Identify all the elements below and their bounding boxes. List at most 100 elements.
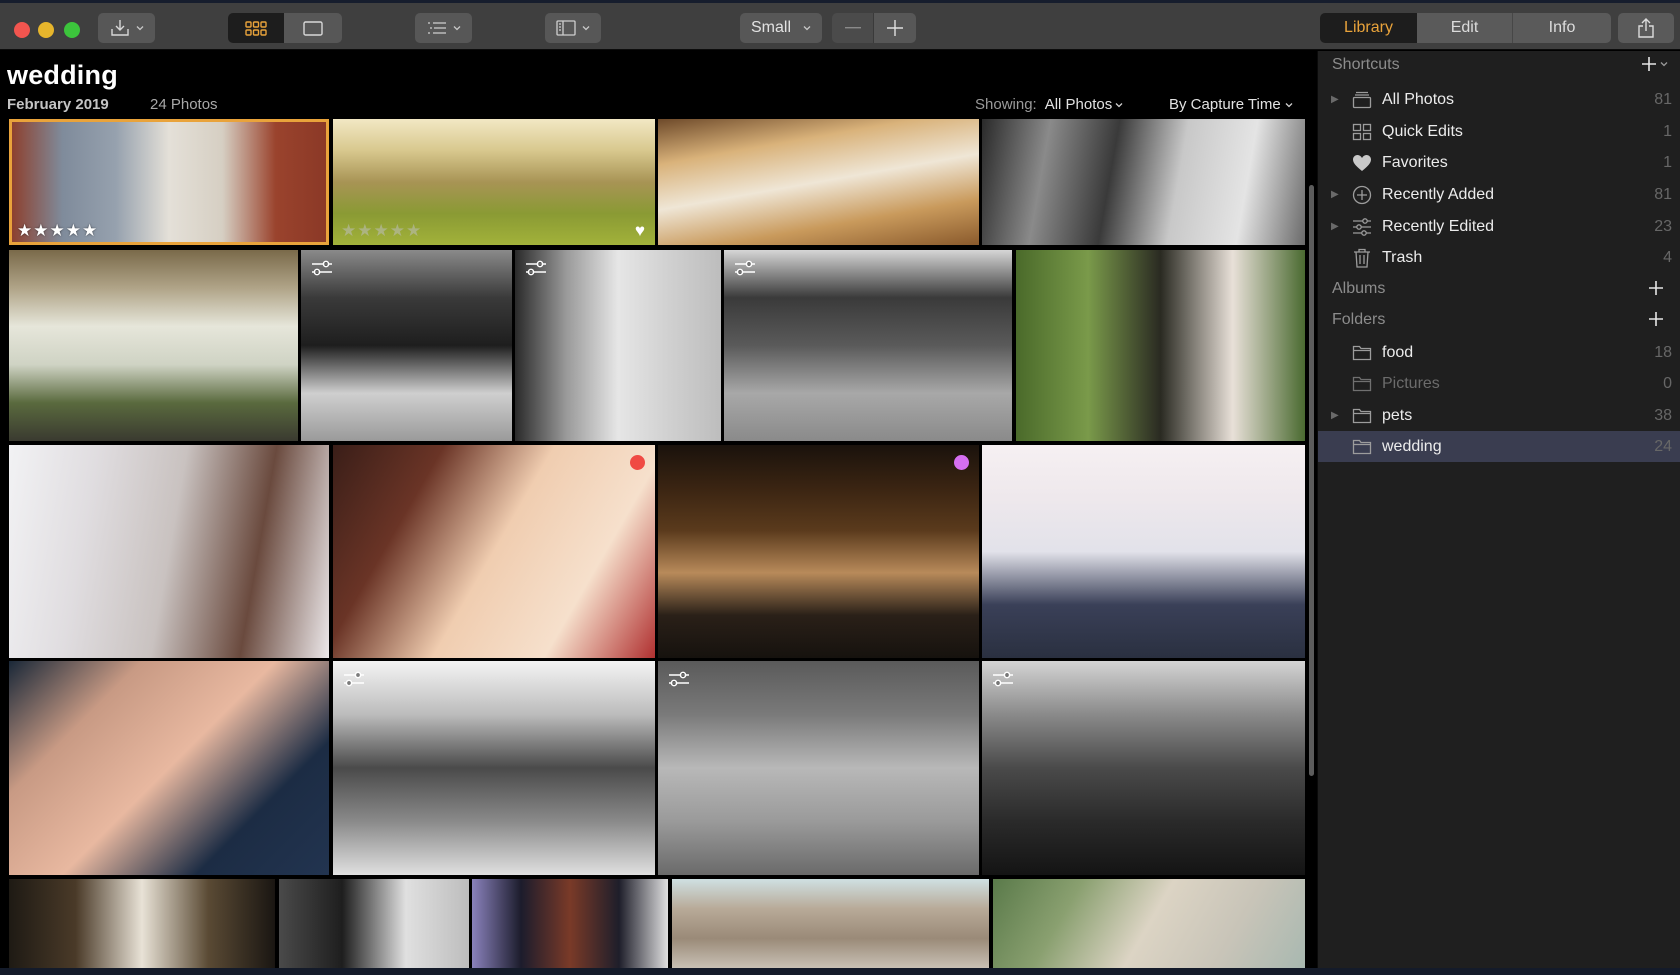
view-mode-switcher — [228, 13, 342, 43]
add-shortcut-button[interactable] — [1638, 53, 1660, 75]
import-icon — [110, 20, 129, 36]
single-view-button[interactable] — [284, 13, 342, 43]
edited-sliders-icon — [734, 260, 756, 278]
sidebar-item-count: 0 — [1663, 374, 1672, 392]
import-button[interactable] — [98, 13, 155, 43]
photo-thumbnail[interactable] — [301, 250, 512, 441]
photo-thumbnail[interactable] — [982, 445, 1305, 658]
photo-thumbnail[interactable] — [333, 661, 655, 875]
folder-icon — [1351, 343, 1373, 363]
photo-thumbnail[interactable]: ★★★★★ ♥ — [333, 119, 655, 245]
sidebar-folder-food[interactable]: food 18 — [1318, 337, 1680, 368]
edited-sliders-icon — [525, 260, 547, 278]
star-icon[interactable]: ★ — [33, 221, 49, 240]
photo-thumbnail[interactable] — [982, 119, 1305, 245]
chevron-down-icon — [582, 26, 590, 31]
sort-menu-button[interactable] — [415, 13, 472, 43]
disclosure-triangle-icon[interactable]: ▶ — [1331, 221, 1341, 232]
sidebar-item-favorites[interactable]: Favorites 1 — [1318, 147, 1680, 178]
sidebar-item-all-photos[interactable]: ▶ All Photos 81 — [1318, 84, 1680, 115]
sidebar-item-recently-added[interactable]: ▶ Recently Added 81 — [1318, 179, 1680, 210]
star-icon[interactable]: ★ — [17, 221, 33, 240]
add-album-button[interactable] — [1645, 277, 1667, 299]
tab-info-label: Info — [1548, 19, 1576, 36]
photo-thumbnail[interactable] — [515, 250, 721, 441]
star-icon[interactable]: ★ — [82, 221, 98, 240]
photo-thumbnail[interactable] — [472, 879, 668, 968]
sidebar-item-count: 4 — [1663, 248, 1672, 266]
chevron-down-icon — [453, 26, 460, 31]
sidebar-item-label: Pictures — [1382, 374, 1440, 392]
folders-heading: Folders — [1332, 311, 1386, 328]
sidebar-item-count: 81 — [1654, 185, 1672, 203]
star-icon[interactable]: ★ — [50, 221, 66, 240]
photo-thumbnail[interactable] — [9, 661, 329, 875]
sort-dropdown[interactable]: By Capture Time — [1169, 96, 1293, 113]
minimize-window-button[interactable] — [38, 22, 54, 38]
page-title: wedding — [7, 60, 118, 90]
photo-thumbnail[interactable] — [1016, 250, 1305, 441]
star-icon[interactable]: ★ — [406, 221, 422, 240]
star-icon[interactable]: ★ — [66, 221, 82, 240]
thumbnail-size-select[interactable]: Small — [740, 13, 822, 43]
sidebar-folder-wedding[interactable]: wedding 24 — [1318, 431, 1680, 462]
sidebar-folder-pets[interactable]: ▶ pets 38 — [1318, 400, 1680, 431]
tab-edit[interactable]: Edit — [1417, 13, 1513, 43]
photo-thumbnail[interactable] — [333, 445, 655, 658]
zoom-out-button[interactable] — [832, 13, 874, 43]
folder-icon — [1351, 374, 1373, 394]
photo-thumbnail[interactable] — [724, 250, 1012, 441]
grid-view-button[interactable] — [228, 13, 284, 43]
sidebar-item-label: Trash — [1382, 248, 1423, 266]
photo-thumbnail[interactable] — [9, 250, 298, 441]
zoom-in-button[interactable] — [874, 13, 916, 43]
close-window-button[interactable] — [14, 22, 30, 38]
sidebar-item-quick-edits[interactable]: Quick Edits 1 — [1318, 116, 1680, 147]
photo-thumbnail[interactable] — [672, 879, 989, 968]
layout-menu-button[interactable] — [545, 13, 601, 43]
photo-thumbnail[interactable] — [658, 661, 979, 875]
photo-thumbnail[interactable] — [658, 119, 979, 245]
app-window: Small Library Edit Info wedding February… — [0, 0, 1680, 968]
showing-dropdown[interactable]: All Photos — [1045, 96, 1124, 113]
sidebar-item-recently-edited[interactable]: ▶ Recently Edited 23 — [1318, 211, 1680, 242]
chevron-down-icon — [136, 26, 143, 31]
photo-thumbnail[interactable] — [279, 879, 469, 968]
disclosure-triangle-icon[interactable]: ▶ — [1331, 189, 1341, 200]
photo-thumbnail[interactable] — [658, 445, 979, 658]
sidebar-item-label: Recently Added — [1382, 185, 1495, 203]
thumbnail-zoom-stepper — [832, 13, 916, 43]
tab-info[interactable]: Info — [1513, 13, 1611, 43]
star-icon[interactable]: ★ — [357, 221, 373, 240]
star-icon[interactable]: ★ — [390, 221, 406, 240]
star-rating[interactable]: ★★★★★ — [341, 221, 422, 241]
photo-thumbnail[interactable] — [982, 661, 1305, 875]
tab-library[interactable]: Library — [1320, 13, 1417, 43]
star-rating[interactable]: ★★★★★ — [17, 221, 98, 241]
disclosure-triangle-icon[interactable]: ▶ — [1331, 94, 1341, 105]
grid-scrollbar[interactable] — [1309, 185, 1314, 776]
favorite-heart-icon[interactable]: ♥ — [635, 222, 645, 239]
photo-thumbnail[interactable]: ★★★★★ — [9, 119, 329, 245]
zoom-window-button[interactable] — [64, 22, 80, 38]
add-folder-button[interactable] — [1645, 308, 1667, 330]
color-label-dot — [630, 455, 645, 470]
showing-label: Showing: — [975, 96, 1037, 113]
photo-thumbnail[interactable] — [993, 879, 1305, 968]
disclosure-triangle-icon[interactable]: ▶ — [1331, 410, 1341, 421]
sidebar-item-count: 18 — [1654, 343, 1672, 361]
sidebar-item-count: 81 — [1654, 90, 1672, 108]
sidebar-folder-pictures[interactable]: Pictures 0 — [1318, 368, 1680, 399]
chevron-down-icon[interactable] — [1660, 61, 1668, 67]
photo-thumbnail[interactable] — [9, 445, 329, 658]
star-icon[interactable]: ★ — [374, 221, 390, 240]
share-button[interactable] — [1618, 13, 1674, 43]
photo-thumbnail[interactable] — [9, 879, 275, 968]
shortcuts-heading: Shortcuts — [1332, 56, 1400, 73]
sidebar-item-label: Recently Edited — [1382, 217, 1495, 235]
sidebar-item-trash[interactable]: Trash 4 — [1318, 242, 1680, 273]
single-view-icon — [303, 20, 323, 36]
star-icon[interactable]: ★ — [341, 221, 357, 240]
thumbnail-size-value: Small — [750, 19, 791, 36]
share-icon — [1638, 18, 1654, 38]
